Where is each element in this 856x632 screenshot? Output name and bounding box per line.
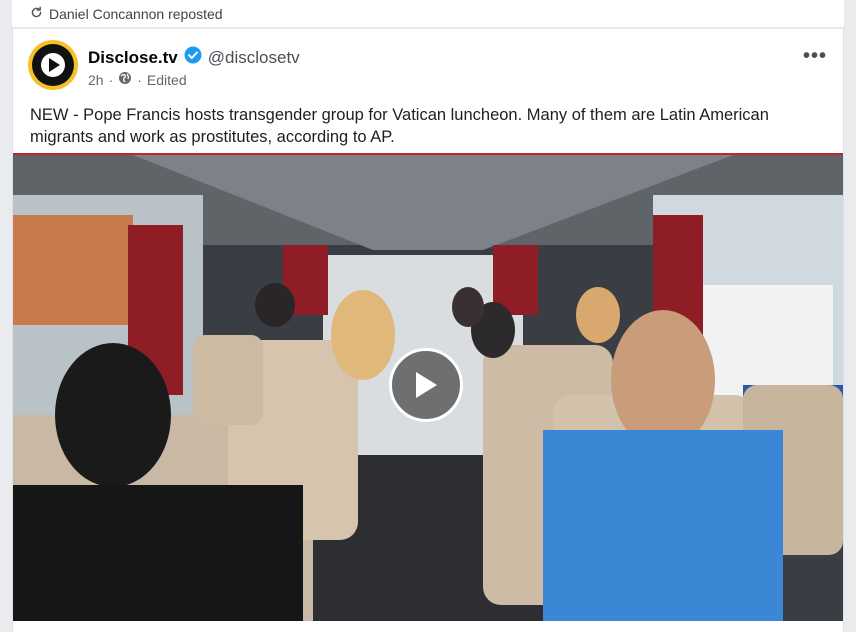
- avatar[interactable]: [28, 40, 78, 90]
- edited-label[interactable]: Edited: [147, 72, 187, 88]
- play-button[interactable]: [389, 348, 463, 422]
- logo-play-icon: [41, 53, 65, 77]
- author-handle[interactable]: @disclosetv: [208, 48, 300, 68]
- play-icon: [416, 372, 437, 398]
- post-text: NEW - Pope Francis hosts transgender gro…: [30, 106, 769, 146]
- author-name[interactable]: Disclose.tv: [88, 48, 178, 68]
- post-meta: 2h · · Edited: [88, 71, 187, 88]
- globe-icon: [118, 71, 132, 88]
- card-bottom: [13, 621, 843, 632]
- video-player[interactable]: [13, 153, 843, 623]
- author-row: Disclose.tv @disclosetv: [88, 46, 300, 69]
- repost-icon: [30, 5, 43, 22]
- meta-separator: ·: [108, 71, 114, 88]
- repost-header: Daniel Concannon reposted: [12, 0, 844, 28]
- repost-text[interactable]: Daniel Concannon reposted: [49, 6, 223, 22]
- post-card: Disclose.tv @disclosetv 2h · · Edited ••…: [12, 29, 844, 632]
- more-options-button[interactable]: •••: [803, 45, 827, 68]
- meta-separator-2: ·: [137, 71, 142, 88]
- verified-badge-icon: [184, 46, 202, 69]
- post-time[interactable]: 2h: [88, 72, 104, 88]
